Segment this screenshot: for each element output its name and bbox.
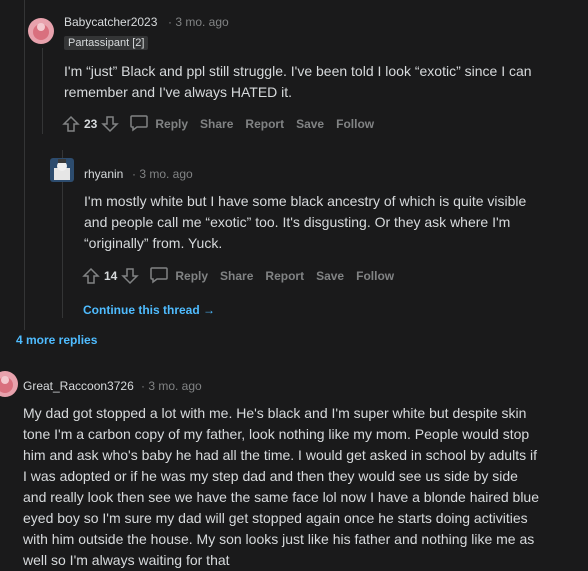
thread-line[interactable] — [42, 48, 43, 134]
avatar[interactable] — [50, 158, 74, 182]
upvote-icon[interactable] — [82, 267, 100, 285]
reply-button[interactable]: Reply — [155, 117, 188, 131]
comment-body: I'm mostly white but I have some black a… — [84, 191, 544, 254]
comment-author[interactable]: Babycatcher2023 — [64, 15, 157, 29]
comment-body: My dad got stopped a lot with me. He's b… — [23, 403, 543, 571]
save-button[interactable]: Save — [316, 269, 344, 283]
comment-timestamp[interactable]: · 3 mo. ago — [168, 15, 229, 29]
more-replies-link[interactable]: 4 more replies — [16, 333, 97, 347]
save-button[interactable]: Save — [296, 117, 324, 131]
vote-count: 23 — [84, 117, 98, 131]
comment-body: I'm “just” Black and ppl still struggle.… — [64, 61, 574, 103]
downvote-icon[interactable] — [101, 115, 120, 133]
avatar[interactable] — [0, 371, 18, 397]
report-button[interactable]: Report — [265, 269, 304, 283]
share-button[interactable]: Share — [200, 117, 233, 131]
comment-bubble-icon[interactable] — [149, 266, 169, 287]
report-button[interactable]: Report — [245, 117, 284, 131]
comment-timestamp[interactable]: · 3 mo. ago — [141, 379, 202, 393]
comment-text: I'm “just” Black and ppl still struggle.… — [64, 63, 532, 100]
comment-bubble-icon[interactable] — [129, 114, 149, 135]
avatar[interactable] — [28, 18, 54, 44]
thread-line[interactable] — [24, 0, 25, 330]
reply-button[interactable]: Reply — [175, 269, 208, 283]
upvote-icon[interactable] — [62, 115, 80, 133]
user-flair: Partassipant [2] — [64, 36, 149, 50]
comment-author[interactable]: Great_Raccoon3726 — [23, 379, 134, 393]
share-button[interactable]: Share — [220, 269, 253, 283]
vote-count: 14 — [104, 269, 118, 283]
comment-timestamp[interactable]: · 3 mo. ago — [132, 167, 193, 181]
comment-actions: 23 Reply Share Report Save Follow — [62, 114, 386, 134]
continue-thread-link[interactable]: Continue this thread → — [83, 303, 215, 317]
comment-actions: 14 Reply Share Report Save Follow — [82, 266, 406, 286]
follow-button[interactable]: Follow — [356, 269, 394, 283]
follow-button[interactable]: Follow — [336, 117, 374, 131]
comment-author[interactable]: rhyanin — [84, 167, 123, 181]
downvote-icon[interactable] — [121, 267, 140, 285]
comment-text: I'm mostly white but I have some black a… — [84, 193, 527, 251]
comment-text: My dad got stopped a lot with me. He's b… — [23, 405, 540, 568]
